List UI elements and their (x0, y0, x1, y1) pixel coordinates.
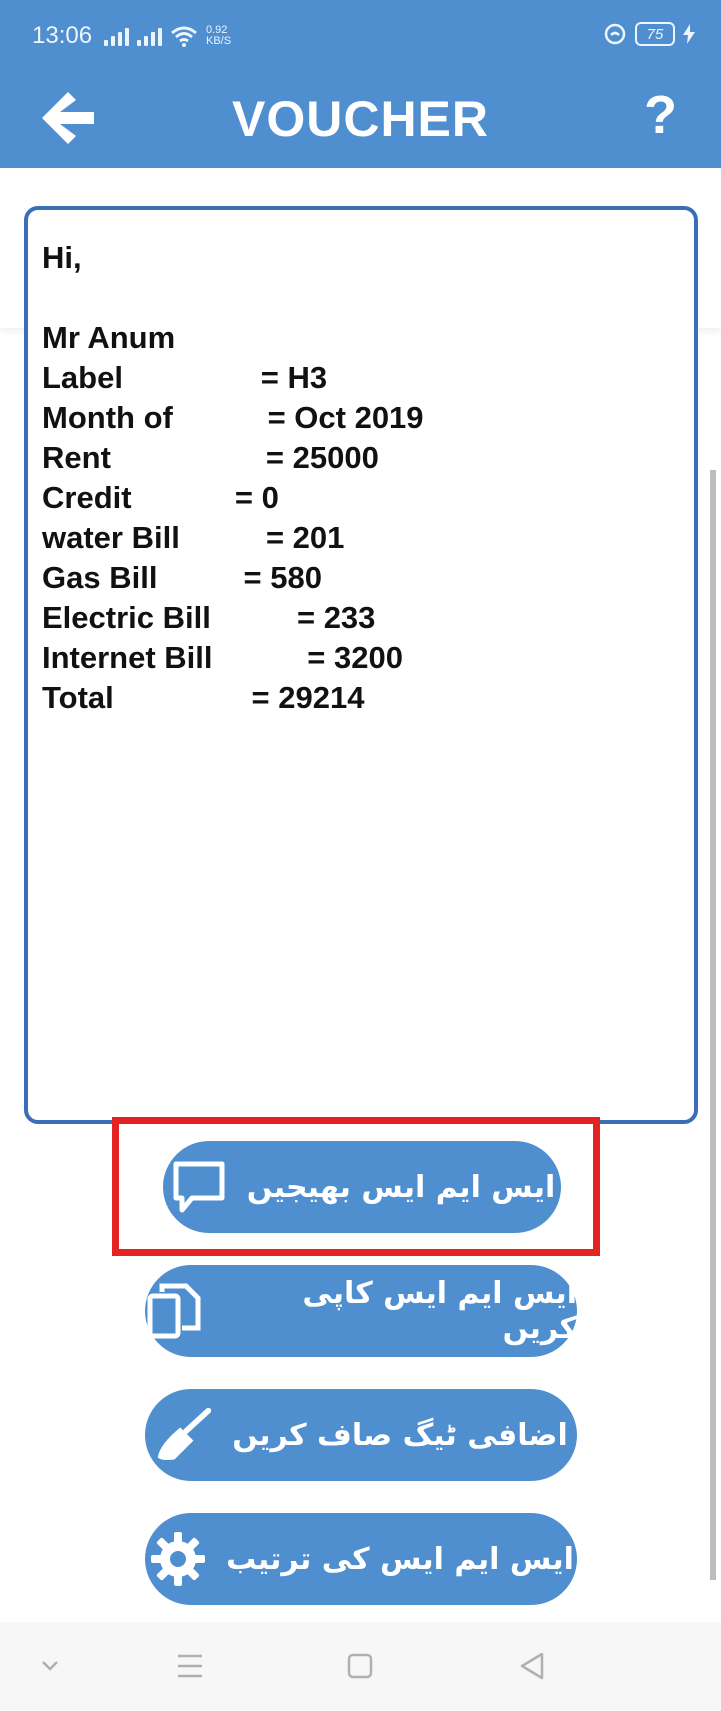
home-icon[interactable] (340, 1646, 380, 1686)
wifi-icon (171, 26, 197, 47)
gear-icon (148, 1529, 208, 1589)
status-time: 13:06 (32, 22, 93, 49)
status-icons-left: 0.92 KB/S (104, 22, 231, 50)
network-speed: 0.92 KB/S (206, 25, 231, 47)
menu-icon[interactable] (170, 1646, 210, 1686)
system-nav-bar (0, 1622, 721, 1711)
status-icons-right: 75 (603, 22, 695, 46)
chat-bubble-icon (169, 1157, 229, 1217)
charging-icon (683, 24, 695, 44)
clear-tags-label: اضافی ٹیگ صاف کریں (232, 1417, 568, 1453)
help-button[interactable]: ? (644, 84, 677, 146)
network-speed-unit: KB/S (206, 35, 232, 47)
signal-icon (104, 26, 129, 46)
status-bar: 13:06 0.92 KB/S 75 (0, 0, 721, 72)
message-text: Hi, Mr Anum Label = H3 Month of = Oct 20… (42, 240, 424, 715)
page-title: VOUCHER (231, 91, 490, 147)
broom-icon (154, 1405, 214, 1465)
scrollbar[interactable] (710, 470, 716, 1580)
data-saver-icon (604, 23, 626, 45)
copy-icon (145, 1281, 204, 1341)
send-sms-label: ایس ایم ایس بھیجیں (246, 1169, 556, 1205)
clear-tags-button[interactable]: اضافی ٹیگ صاف کریں (145, 1389, 577, 1481)
signal-icon (137, 26, 162, 46)
back-nav-icon[interactable] (512, 1646, 552, 1686)
app-bar: VOUCHER ? (0, 72, 721, 168)
sms-settings-button[interactable]: ایس ایم ایس کی ترتیب (145, 1513, 577, 1605)
copy-sms-button[interactable]: ایس ایم ایس کاپی کریں (145, 1265, 577, 1357)
sms-settings-label: ایس ایم ایس کی ترتیب (226, 1541, 574, 1577)
message-text-area[interactable]: Hi, Mr Anum Label = H3 Month of = Oct 20… (24, 206, 698, 1124)
battery-icon: 75 (635, 22, 675, 46)
send-sms-button[interactable]: ایس ایم ایس بھیجیں (163, 1141, 561, 1233)
chevron-down-icon[interactable] (30, 1646, 70, 1686)
copy-sms-label: ایس ایم ایس کاپی کریں (302, 1276, 577, 1346)
